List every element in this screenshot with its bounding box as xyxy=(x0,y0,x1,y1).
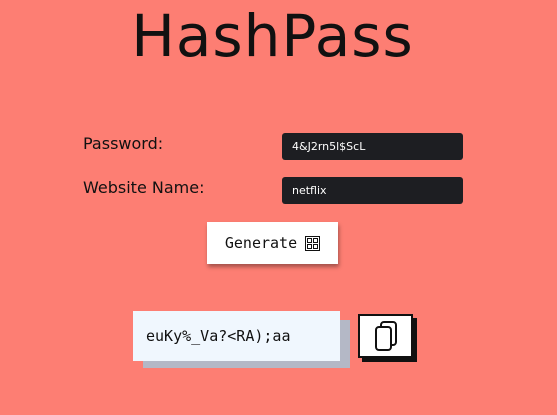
generated-password-output[interactable]: euKy%_Va?<RA);aa xyxy=(133,311,340,361)
copy-icon xyxy=(374,321,397,351)
password-input[interactable] xyxy=(282,133,463,160)
website-name-input[interactable] xyxy=(282,177,463,204)
generate-button[interactable]: Generate xyxy=(207,222,338,264)
website-name-label: Website Name: xyxy=(83,178,205,197)
password-label: Password: xyxy=(83,134,164,153)
generate-button-label: Generate xyxy=(224,234,298,252)
app-title: HashPass xyxy=(131,2,414,70)
grid-icon xyxy=(305,235,321,251)
generated-password-text: euKy%_Va?<RA);aa xyxy=(146,327,291,345)
copy-button[interactable] xyxy=(358,314,413,358)
